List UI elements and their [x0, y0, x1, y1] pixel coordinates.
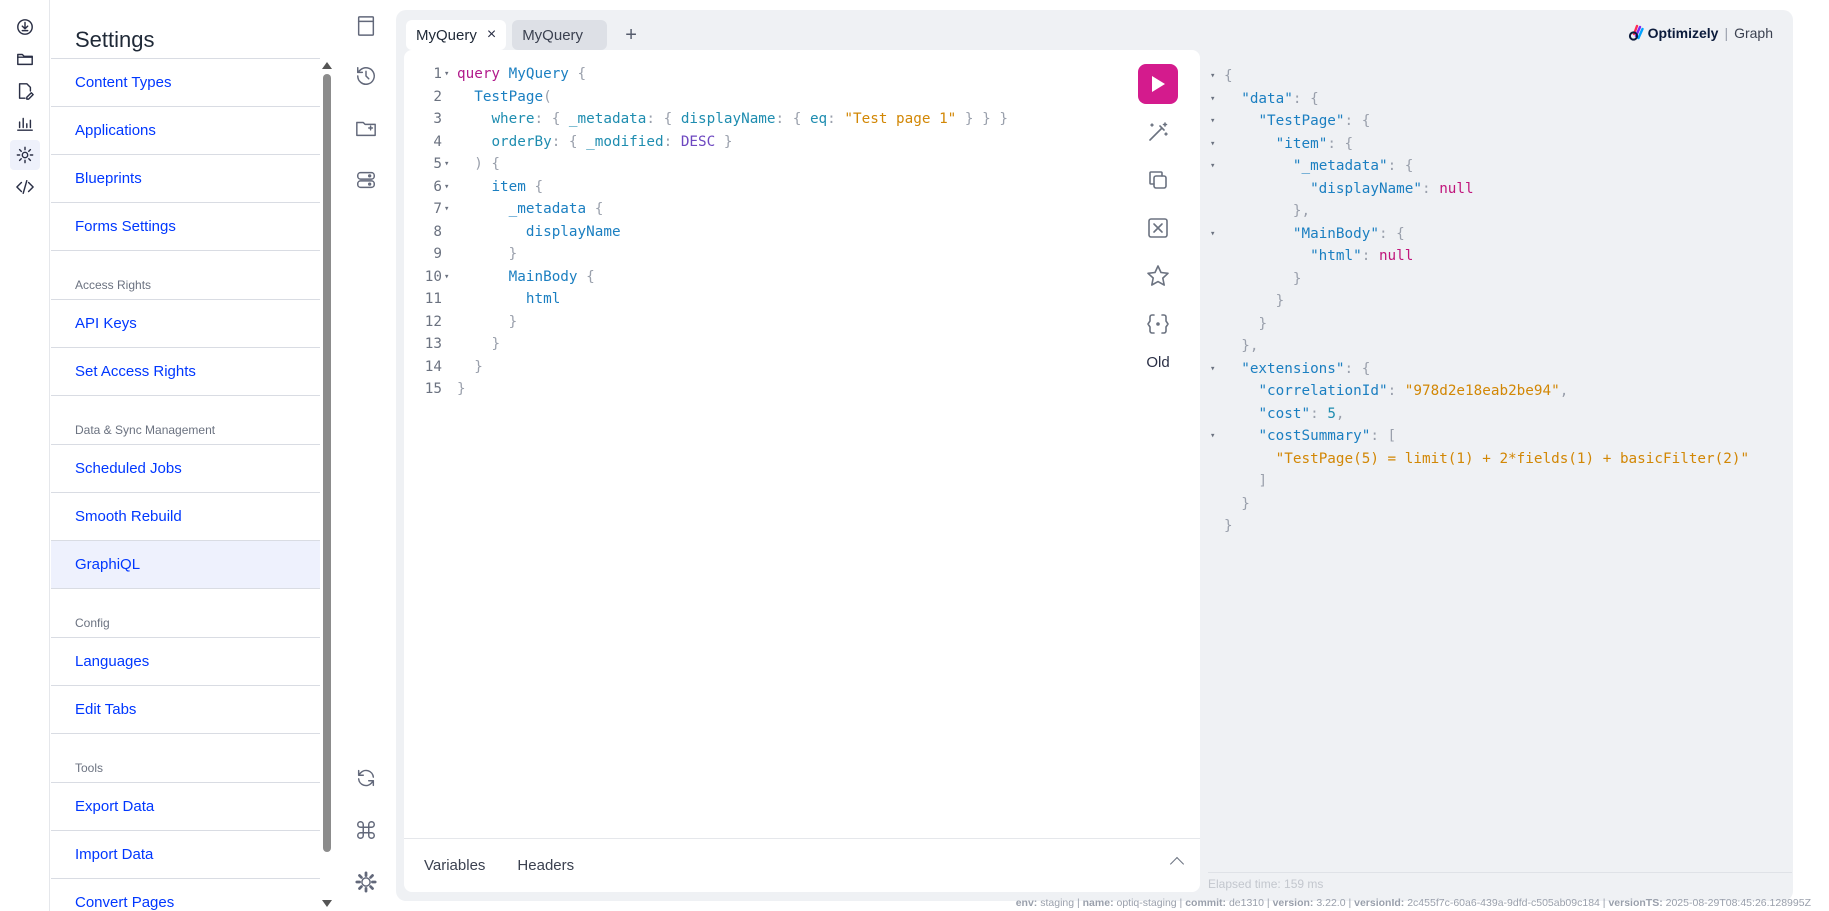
variables-button[interactable]	[1138, 304, 1178, 344]
nav-applications[interactable]: Applications	[51, 106, 320, 154]
editor-bottom-panel: Variables Headers	[404, 838, 1200, 892]
close-tab-icon[interactable]: ×	[487, 26, 496, 44]
settings-nav: Content Types Applications Blueprints Fo…	[51, 58, 320, 911]
brand-product: Graph	[1734, 25, 1773, 41]
nav-smooth-rebuild[interactable]: Smooth Rebuild	[51, 492, 320, 540]
brand-logo: Optimizely | Graph	[1628, 24, 1773, 42]
section-tools: Tools	[51, 733, 320, 782]
tab-myquery-inactive[interactable]: MyQuery	[512, 20, 608, 50]
nav-set-access-rights[interactable]: Set Access Rights	[51, 347, 320, 395]
page-right-gutter	[1793, 0, 1829, 911]
settings-title: Settings	[75, 27, 155, 52]
prettify-button[interactable]	[1138, 112, 1178, 152]
section-access-rights: Access Rights	[51, 250, 320, 299]
nav-graphiql[interactable]: GraphiQL	[51, 540, 320, 588]
edit-document-icon[interactable]	[10, 76, 40, 106]
brand-separator: |	[1724, 25, 1729, 41]
refetch-schema-icon[interactable]	[354, 766, 378, 790]
nav-blueprints[interactable]: Blueprints	[51, 154, 320, 202]
scroll-down-arrow-icon[interactable]	[322, 900, 332, 907]
nav-edit-tabs[interactable]: Edit Tabs	[51, 685, 320, 733]
brand-name: Optimizely	[1647, 25, 1719, 41]
graphiql-tool-rail	[336, 0, 396, 911]
sidebar-scrollbar[interactable]	[322, 62, 334, 911]
old-ui-toggle[interactable]: Old	[1138, 354, 1178, 371]
run-query-button[interactable]	[1138, 64, 1178, 104]
query-tabs: MyQuery × MyQuery +	[406, 19, 637, 51]
star-icon	[1147, 265, 1169, 286]
settings-sidebar: Settings Content Types Applications Blue…	[51, 0, 336, 911]
merge-fragments-button[interactable]	[1138, 208, 1178, 248]
docs-explorer-icon[interactable]	[354, 14, 378, 38]
nav-forms-settings[interactable]: Forms Settings	[51, 202, 320, 250]
tab-label: MyQuery	[522, 26, 584, 44]
query-editor[interactable]: 1 ▾ query MyQuery { 2 TestPage( 3 where: {…	[404, 50, 1200, 892]
copy-query-button[interactable]	[1138, 160, 1178, 200]
scroll-up-arrow-icon[interactable]	[322, 62, 332, 69]
nav-export-data[interactable]: Export Data	[51, 782, 320, 830]
dashboard-icon[interactable]	[10, 12, 40, 42]
tab-headers[interactable]: Headers	[517, 857, 574, 874]
saved-queries-folder-icon[interactable]	[354, 116, 378, 140]
code-icon[interactable]	[10, 172, 40, 202]
graphiql-settings-icon[interactable]	[354, 870, 378, 894]
analytics-icon[interactable]	[10, 108, 40, 138]
copy-icon	[1149, 171, 1167, 189]
result-panel: ▾{ ▾ "data": { ▾ "TestPage": { ▾ "item":…	[1202, 50, 1793, 892]
scrollbar-thumb[interactable]	[323, 74, 331, 852]
app-icon-rail	[0, 0, 50, 911]
add-tab-icon[interactable]: +	[625, 24, 637, 47]
graphiql-workspace: MyQuery × MyQuery + Optimizely | Graph 1…	[396, 10, 1793, 901]
play-icon	[1152, 76, 1165, 92]
optimizely-logo-icon	[1628, 24, 1644, 41]
nav-scheduled-jobs[interactable]: Scheduled Jobs	[51, 444, 320, 492]
build-info-footer: env: staging | name: optiq-staging | com…	[1015, 897, 1811, 909]
history-icon[interactable]	[354, 64, 378, 88]
keyboard-shortcuts-icon[interactable]	[354, 818, 378, 842]
magic-wand-icon	[1149, 122, 1168, 141]
tab-variables[interactable]: Variables	[424, 857, 485, 874]
braces-icon	[1147, 314, 1169, 334]
section-config: Config	[51, 588, 320, 637]
tab-label: MyQuery	[416, 26, 477, 44]
section-data-sync: Data & Sync Management	[51, 395, 320, 444]
nav-languages[interactable]: Languages	[51, 637, 320, 685]
tab-myquery-active[interactable]: MyQuery ×	[406, 20, 507, 50]
nav-import-data[interactable]: Import Data	[51, 830, 320, 878]
nav-content-types[interactable]: Content Types	[51, 58, 320, 106]
folder-icon[interactable]	[10, 44, 40, 74]
chevron-up-icon[interactable]	[1169, 856, 1185, 872]
editor-toolbar: Old	[1138, 64, 1182, 371]
settings-gear-icon[interactable]	[10, 140, 40, 170]
elapsed-time: Elapsed time: 159 ms	[1208, 872, 1792, 891]
nav-convert-pages[interactable]: Convert Pages	[51, 878, 320, 911]
favorite-button[interactable]	[1138, 256, 1178, 296]
nav-api-keys[interactable]: API Keys	[51, 299, 320, 347]
merge-icon	[1148, 218, 1168, 238]
endpoints-server-icon[interactable]	[354, 168, 378, 192]
